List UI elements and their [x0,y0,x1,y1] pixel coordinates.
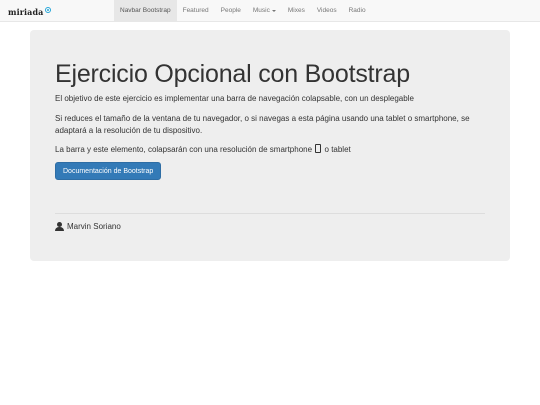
responsive-paragraph: Si reduces el tamaño de la ventana de tu… [55,114,470,135]
phone-icon [315,144,322,153]
nav-item-music-dropdown[interactable]: Music [247,0,282,21]
brand-logo[interactable]: miriada [8,6,52,18]
navbar: miriada Navbar Bootstrap Featured People… [0,0,540,22]
collapse-paragraph: La barra y este elemento, colapsarán con… [55,144,475,156]
page-title: Ejercicio Opcional con Bootstrap [55,60,410,88]
nav-item-label: Radio [348,7,366,14]
jumbotron: Ejercicio Opcional con Bootstrap El obje… [30,30,510,261]
nav-item-people[interactable]: People [215,0,247,21]
nav-menu: Navbar Bootstrap Featured People Music M… [114,0,372,21]
intro-paragraph: El objetivo de este ejercicio es impleme… [55,94,414,103]
nav-item-label: Music [252,7,270,14]
divider [55,213,485,214]
circle-logo-icon [45,7,52,13]
author: Marvin Soriano [55,222,121,231]
user-icon [55,222,64,231]
nav-item-featured[interactable]: Featured [177,0,215,21]
nav-item-mixes[interactable]: Mixes [282,0,311,21]
nav-item-radio[interactable]: Radio [343,0,372,21]
nav-item-label: Featured [182,7,209,14]
nav-item-label: People [220,7,241,14]
nav-item-label: Videos [316,7,337,14]
collapse-text-before: La barra y este elemento, colapsarán con… [55,145,313,154]
collapse-text-after: o tablet [324,145,351,154]
caret-down-icon [271,9,276,12]
bootstrap-docs-button[interactable]: Documentación de Bootstrap [55,162,162,180]
nav-item-navbar-bootstrap[interactable]: Navbar Bootstrap [114,0,177,21]
brand-text: miriada [8,7,44,17]
nav-item-label: Mixes [287,7,305,14]
nav-item-videos[interactable]: Videos [311,0,343,21]
author-name: Marvin Soriano [67,222,121,231]
nav-item-label: Navbar Bootstrap [120,7,171,14]
